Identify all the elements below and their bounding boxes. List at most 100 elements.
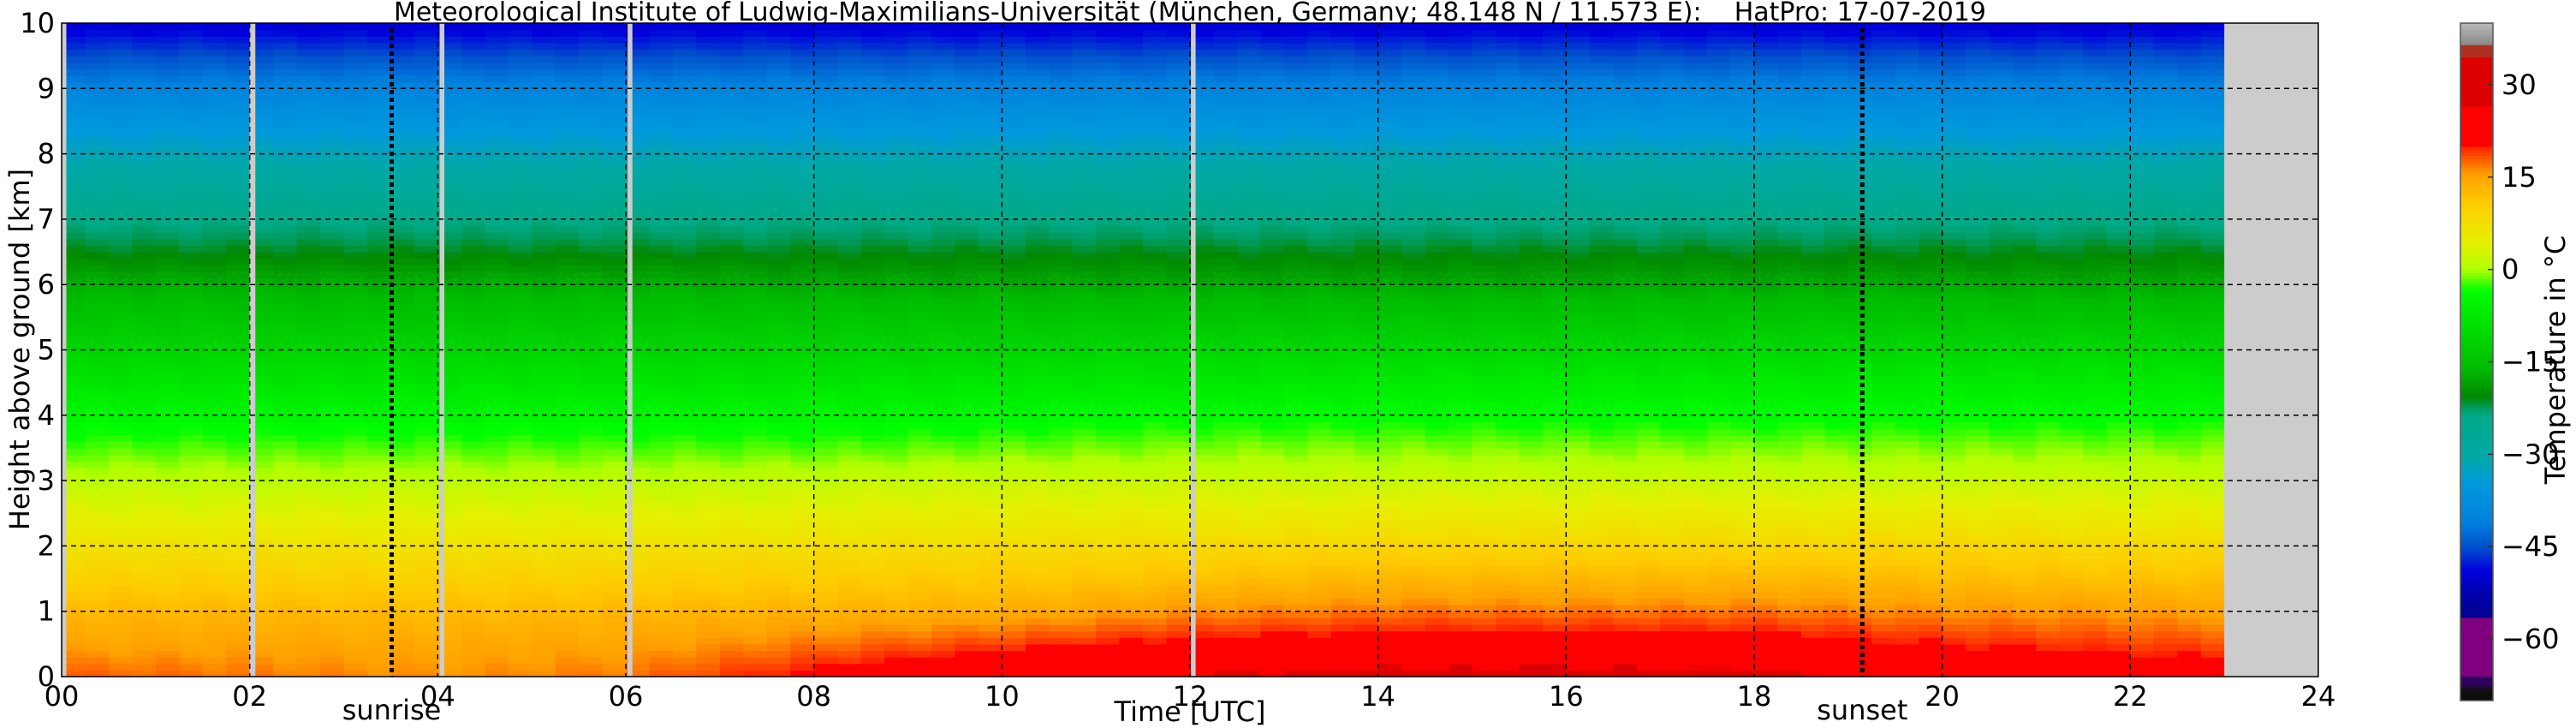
heatmap-cell bbox=[602, 23, 627, 31]
heatmap-cell bbox=[907, 533, 932, 540]
heatmap-cell bbox=[179, 265, 204, 272]
heatmap-cell bbox=[672, 493, 697, 501]
heatmap-cell bbox=[532, 356, 556, 364]
heatmap-cell bbox=[1213, 376, 1238, 384]
heatmap-cell bbox=[85, 369, 110, 377]
heatmap-cell bbox=[884, 114, 909, 122]
heatmap-cell bbox=[461, 330, 485, 337]
heatmap-cell bbox=[226, 506, 251, 514]
heatmap-cell bbox=[719, 467, 744, 474]
heatmap-cell bbox=[343, 297, 368, 305]
heatmap-cell bbox=[1096, 245, 1121, 253]
heatmap-cell bbox=[555, 624, 580, 632]
heatmap-cell bbox=[555, 447, 580, 456]
heatmap-cell bbox=[860, 69, 885, 76]
heatmap-cell bbox=[296, 62, 321, 69]
heatmap-cell bbox=[1049, 519, 1074, 528]
heatmap-cell bbox=[978, 402, 1002, 409]
heatmap-cell bbox=[602, 49, 627, 57]
heatmap-cell bbox=[320, 245, 345, 253]
heatmap-cell bbox=[1025, 153, 1050, 161]
heatmap-cell bbox=[860, 330, 885, 337]
heatmap-cell bbox=[320, 395, 345, 403]
heatmap-cell bbox=[672, 128, 697, 135]
heatmap-cell bbox=[790, 349, 815, 357]
heatmap-cell bbox=[413, 415, 438, 422]
heatmap-cell bbox=[179, 49, 204, 57]
heatmap-cell bbox=[155, 114, 180, 122]
heatmap-cell bbox=[1166, 578, 1191, 586]
heatmap-cell bbox=[978, 493, 1002, 501]
heatmap-cell bbox=[390, 134, 415, 141]
heatmap-cell bbox=[1049, 578, 1074, 586]
heatmap-cell bbox=[1143, 290, 1168, 298]
heatmap-cell bbox=[766, 265, 791, 272]
heatmap-cell bbox=[1096, 173, 1121, 181]
heatmap-cell bbox=[1143, 486, 1168, 494]
heatmap-cell bbox=[155, 173, 180, 181]
heatmap-cell bbox=[1072, 206, 1097, 213]
heatmap-cell bbox=[461, 571, 485, 580]
heatmap-cell bbox=[602, 461, 627, 468]
heatmap-cell bbox=[343, 598, 368, 606]
heatmap-cell bbox=[320, 624, 345, 632]
heatmap-cell bbox=[579, 578, 604, 586]
heatmap-cell bbox=[461, 245, 485, 253]
heatmap-cell bbox=[85, 376, 110, 384]
heatmap-cell bbox=[179, 409, 204, 416]
heatmap-cell bbox=[766, 578, 791, 586]
heatmap-cell bbox=[461, 637, 485, 645]
heatmap-cell bbox=[390, 265, 415, 272]
heatmap-cell bbox=[1166, 94, 1191, 103]
heatmap-cell bbox=[555, 480, 580, 488]
heatmap-cell bbox=[1119, 297, 1144, 305]
heatmap-cell bbox=[367, 591, 392, 599]
heatmap-cell bbox=[1072, 376, 1097, 384]
heatmap-cell bbox=[1025, 618, 1050, 625]
heatmap-cell bbox=[719, 121, 744, 128]
heatmap-cell bbox=[202, 108, 227, 116]
heatmap-cell bbox=[766, 493, 791, 501]
heatmap-cell bbox=[367, 630, 392, 638]
heatmap-cell bbox=[390, 585, 415, 593]
heatmap-cell bbox=[1002, 657, 1026, 665]
heatmap-cell bbox=[884, 193, 909, 200]
heatmap-cell bbox=[485, 134, 509, 141]
heatmap-cell bbox=[320, 258, 345, 266]
heatmap-cell bbox=[1002, 160, 1026, 168]
heatmap-cell bbox=[202, 421, 227, 429]
heatmap-cell bbox=[790, 128, 815, 135]
heatmap-cell bbox=[907, 591, 932, 599]
heatmap-cell bbox=[649, 513, 674, 521]
heatmap-cell bbox=[273, 434, 298, 442]
heatmap-cell bbox=[860, 108, 885, 116]
heatmap-cell bbox=[884, 42, 909, 51]
heatmap-cell bbox=[978, 330, 1002, 337]
heatmap-cell bbox=[931, 225, 956, 233]
heatmap-cell bbox=[132, 343, 157, 351]
heatmap-cell bbox=[390, 362, 415, 370]
heatmap-cell bbox=[743, 389, 768, 397]
heatmap-cell bbox=[696, 180, 721, 188]
heatmap-cell bbox=[884, 180, 909, 188]
heatmap-cell bbox=[390, 598, 415, 606]
heatmap-cell bbox=[532, 506, 556, 514]
heatmap-cell bbox=[202, 23, 227, 31]
heatmap-cell bbox=[696, 467, 721, 474]
heatmap-cell bbox=[719, 317, 744, 325]
heatmap-cell bbox=[555, 630, 580, 638]
heatmap-cell bbox=[1166, 461, 1191, 468]
heatmap-cell bbox=[1025, 75, 1050, 83]
heatmap-cell bbox=[860, 519, 885, 528]
heatmap-cell bbox=[108, 160, 133, 168]
heatmap-cell bbox=[85, 349, 110, 357]
heatmap-cell bbox=[202, 258, 227, 266]
heatmap-cell bbox=[155, 402, 180, 409]
heatmap-cell bbox=[85, 75, 110, 83]
heatmap-cell bbox=[978, 578, 1002, 586]
heatmap-cell bbox=[508, 519, 532, 528]
heatmap-cell bbox=[508, 134, 532, 141]
heatmap-cell bbox=[719, 186, 744, 194]
heatmap-cell bbox=[532, 441, 556, 449]
heatmap-cell bbox=[390, 128, 415, 135]
